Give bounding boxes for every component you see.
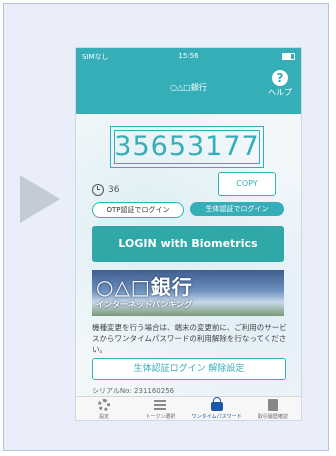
tab-label: 取引履歴確認 [257, 414, 288, 420]
tab-one-time-password[interactable]: ワンタイムパスワード [189, 397, 245, 420]
status-bar: SIMなし 15:56 [76, 48, 301, 66]
battery-icon [282, 52, 295, 60]
tab-transaction-history[interactable]: 取引履歴確認 [245, 397, 301, 420]
timer-value: 36 [108, 185, 120, 195]
biometric-release-button[interactable]: 生体認証ログイン 解除設定 [92, 358, 286, 380]
notice-text: 機種変更を行う場合は、端末の変更前に、ご利用のサービスからワンタイムパスワードの… [92, 323, 287, 354]
list-icon [154, 399, 167, 411]
play-arrow-icon[interactable] [20, 175, 60, 223]
help-label: ヘルプ [268, 88, 292, 97]
otp-box: 35653177 [110, 126, 264, 168]
copy-button[interactable]: COPY [218, 172, 276, 196]
tab-token-select[interactable]: トークン選択 [132, 397, 188, 420]
nav-bar: ○△□銀行 ? ヘルプ [76, 66, 301, 114]
tab-settings[interactable]: 設定 [76, 397, 132, 420]
bank-banner[interactable]: ○△□銀行 インターネットバンキング [92, 270, 284, 316]
help-button[interactable]: ? ヘルプ [265, 70, 295, 98]
tab-bar: 設定 トークン選択 ワンタイムパスワード 取引履歴確認 [76, 396, 301, 420]
bio-login-toggle[interactable]: 生体認証でログイン [190, 202, 284, 216]
main-content: 35653177 36 COPY OTP認証でログイン 生体認証でログイン LO… [76, 114, 301, 396]
banner-subtitle: インターネットバンキング [96, 300, 193, 309]
phone-screen: SIMなし 15:56 ○△□銀行 ? ヘルプ 35653177 36 COPY… [76, 48, 301, 420]
clock-icon [92, 184, 104, 196]
timer: 36 [92, 184, 119, 196]
serial-number: シリアルNo: 231160256 [92, 387, 175, 395]
otp-code: 35653177 [114, 131, 260, 162]
tab-label: トークン選択 [145, 414, 176, 420]
clock-text: 15:56 [178, 52, 199, 60]
login-biometrics-button[interactable]: LOGIN with Biometrics [92, 226, 284, 262]
banner-logo: ○△□銀行 [96, 275, 193, 299]
tab-label: ワンタイムパスワード [191, 414, 242, 420]
gear-icon [98, 399, 111, 411]
lock-icon [210, 397, 223, 411]
otp-login-toggle[interactable]: OTP認証でログイン [92, 202, 184, 218]
tab-label: 設定 [99, 414, 110, 420]
document-icon [267, 399, 278, 411]
help-icon: ? [272, 70, 288, 86]
